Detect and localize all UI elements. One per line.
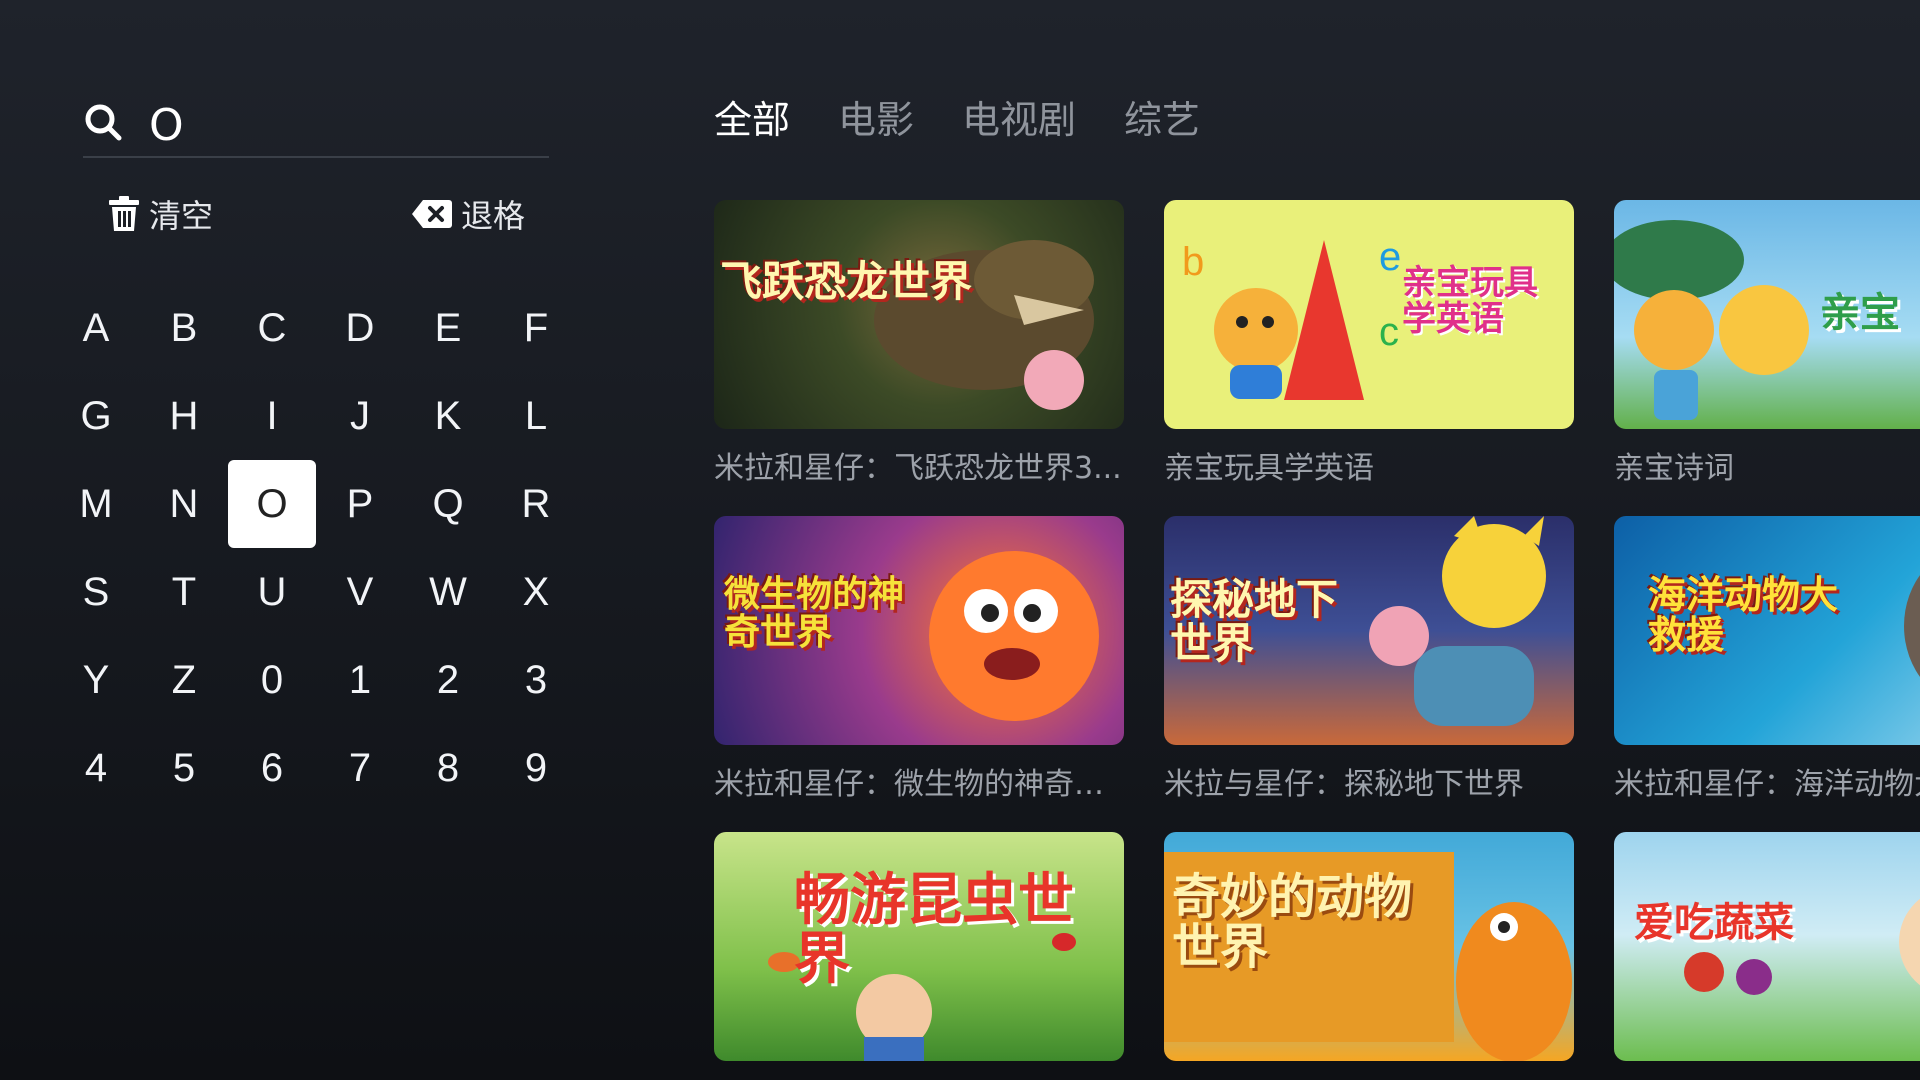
key-5[interactable]: 5 <box>140 724 228 812</box>
key-4[interactable]: 4 <box>52 724 140 812</box>
result-card[interactable]: 爱吃蔬菜 <box>1614 832 1920 1075</box>
thumbnail-art-text: 畅游昆虫世界 <box>794 868 1074 992</box>
key-y[interactable]: Y <box>52 636 140 724</box>
result-title: 米拉和星仔：海洋动物大救援 <box>1614 767 1920 802</box>
key-i[interactable]: I <box>228 372 316 460</box>
result-thumbnail: 畅游昆虫世界 <box>714 832 1124 1061</box>
key-v[interactable]: V <box>316 548 404 636</box>
search-actions: 清空 退格 <box>83 190 549 240</box>
tab-tv-series[interactable]: 电视剧 <box>962 92 1076 148</box>
result-thumbnail: 奇妙的动物世界 <box>1164 832 1574 1061</box>
result-thumbnail: 探秘地下世界 <box>1164 516 1574 745</box>
result-thumbnail: 微生物的神奇世界 <box>714 516 1124 745</box>
key-t[interactable]: T <box>140 548 228 636</box>
key-7[interactable]: 7 <box>316 724 404 812</box>
key-h[interactable]: H <box>140 372 228 460</box>
key-3[interactable]: 3 <box>492 636 580 724</box>
result-card[interactable]: 亲宝 亲宝诗词 <box>1614 200 1920 487</box>
clear-button[interactable]: 清空 <box>107 190 213 238</box>
key-u[interactable]: U <box>228 548 316 636</box>
thumbnail-art-text: 奇妙的动物世界 <box>1172 869 1413 976</box>
vegetable-illustration <box>1684 898 1920 995</box>
result-card[interactable]: 海洋动物大救援 米拉和星仔：海洋动物大救援 <box>1614 516 1920 803</box>
thumbnail-art-text: 微生物的神奇世界 <box>724 574 905 653</box>
key-e[interactable]: E <box>404 284 492 372</box>
key-z[interactable]: Z <box>140 636 228 724</box>
category-tabs: 全部 电影 电视剧 综艺 <box>714 92 1248 148</box>
key-p[interactable]: P <box>316 460 404 548</box>
tab-variety[interactable]: 综艺 <box>1124 92 1200 148</box>
search-bar[interactable]: O <box>83 96 549 158</box>
key-1[interactable]: 1 <box>316 636 404 724</box>
thumbnail-art-text: 亲宝 <box>1820 290 1900 336</box>
result-card[interactable]: 飞跃恐龙世界 米拉和星仔：飞跃恐龙世界3... <box>714 200 1124 487</box>
result-thumbnail: 爱吃蔬菜 <box>1614 832 1920 1061</box>
key-d[interactable]: D <box>316 284 404 372</box>
result-card[interactable]: b e c 亲宝玩具学英语 亲宝玩具学英语 <box>1164 200 1574 487</box>
key-6[interactable]: 6 <box>228 724 316 812</box>
result-title: 米拉和星仔：飞跃恐龙世界3... <box>714 451 1122 486</box>
result-title: 亲宝玩具学英语 <box>1164 451 1374 486</box>
key-x[interactable]: X <box>492 548 580 636</box>
dinosaur-illustration <box>874 240 1094 410</box>
key-o[interactable]: O <box>228 460 316 548</box>
result-thumbnail: 海洋动物大救援 <box>1614 516 1920 745</box>
result-card[interactable]: 微生物的神奇世界 米拉和星仔：微生物的神奇世... <box>714 516 1124 803</box>
result-thumbnail: b e c 亲宝玩具学英语 <box>1164 200 1574 429</box>
key-f[interactable]: F <box>492 284 580 372</box>
result-title: 米拉与星仔：探秘地下世界 <box>1164 767 1524 802</box>
key-r[interactable]: R <box>492 460 580 548</box>
key-l[interactable]: L <box>492 372 580 460</box>
key-9[interactable]: 9 <box>492 724 580 812</box>
backspace-button[interactable]: 退格 <box>411 190 525 238</box>
key-n[interactable]: N <box>140 460 228 548</box>
thumbnail-art-text: 飞跃恐龙世界 <box>720 257 973 306</box>
key-b[interactable]: B <box>140 284 228 372</box>
result-thumbnail: 飞跃恐龙世界 <box>714 200 1124 429</box>
backspace-icon <box>412 200 452 228</box>
key-s[interactable]: S <box>52 548 140 636</box>
key-m[interactable]: M <box>52 460 140 548</box>
key-2[interactable]: 2 <box>404 636 492 724</box>
result-card[interactable]: 探秘地下世界 米拉与星仔：探秘地下世界 <box>1164 516 1574 803</box>
search-page: O 清空 退格 ABCDEFGHIJKLMNOPQRSTUVWXYZ012345 <box>0 0 1920 1080</box>
thumbnail-art-text: 海洋动物大救援 <box>1648 573 1839 657</box>
search-icon <box>85 104 122 141</box>
thumbnail-art-text: 亲宝玩具学英语 <box>1402 263 1538 339</box>
key-j[interactable]: J <box>316 372 404 460</box>
clear-label: 清空 <box>149 197 214 235</box>
key-8[interactable]: 8 <box>404 724 492 812</box>
key-q[interactable]: Q <box>404 460 492 548</box>
result-thumbnail: 亲宝 <box>1614 200 1920 429</box>
svg-text:e: e <box>1379 235 1401 279</box>
thumbnail-art-text: 探秘地下世界 <box>1170 575 1339 669</box>
tab-movies[interactable]: 电影 <box>838 92 914 148</box>
result-card[interactable]: 畅游昆虫世界 <box>714 832 1124 1075</box>
thumbnail-art-text: 爱吃蔬菜 <box>1634 900 1794 946</box>
svg-text:c: c <box>1379 310 1399 354</box>
result-title: 亲宝诗词 <box>1614 451 1734 486</box>
key-g[interactable]: G <box>52 372 140 460</box>
results-grid: 飞跃恐龙世界 米拉和星仔：飞跃恐龙世界3... b e c 亲宝玩具学英语 亲宝… <box>714 200 1920 1080</box>
key-w[interactable]: W <box>404 548 492 636</box>
result-card[interactable]: 奇妙的动物世界 <box>1164 832 1574 1075</box>
key-c[interactable]: C <box>228 284 316 372</box>
trash-icon <box>109 196 139 231</box>
key-0[interactable]: 0 <box>228 636 316 724</box>
search-input[interactable]: O <box>149 100 184 152</box>
key-a[interactable]: A <box>52 284 140 372</box>
key-k[interactable]: K <box>404 372 492 460</box>
tab-all[interactable]: 全部 <box>714 92 790 148</box>
on-screen-keyboard: ABCDEF GHIJKL MNOPQR STUVWX YZ0123 456789 <box>52 284 580 812</box>
backspace-label: 退格 <box>461 197 526 235</box>
svg-text:b: b <box>1182 240 1204 284</box>
result-title: 米拉和星仔：微生物的神奇世... <box>714 767 1124 802</box>
